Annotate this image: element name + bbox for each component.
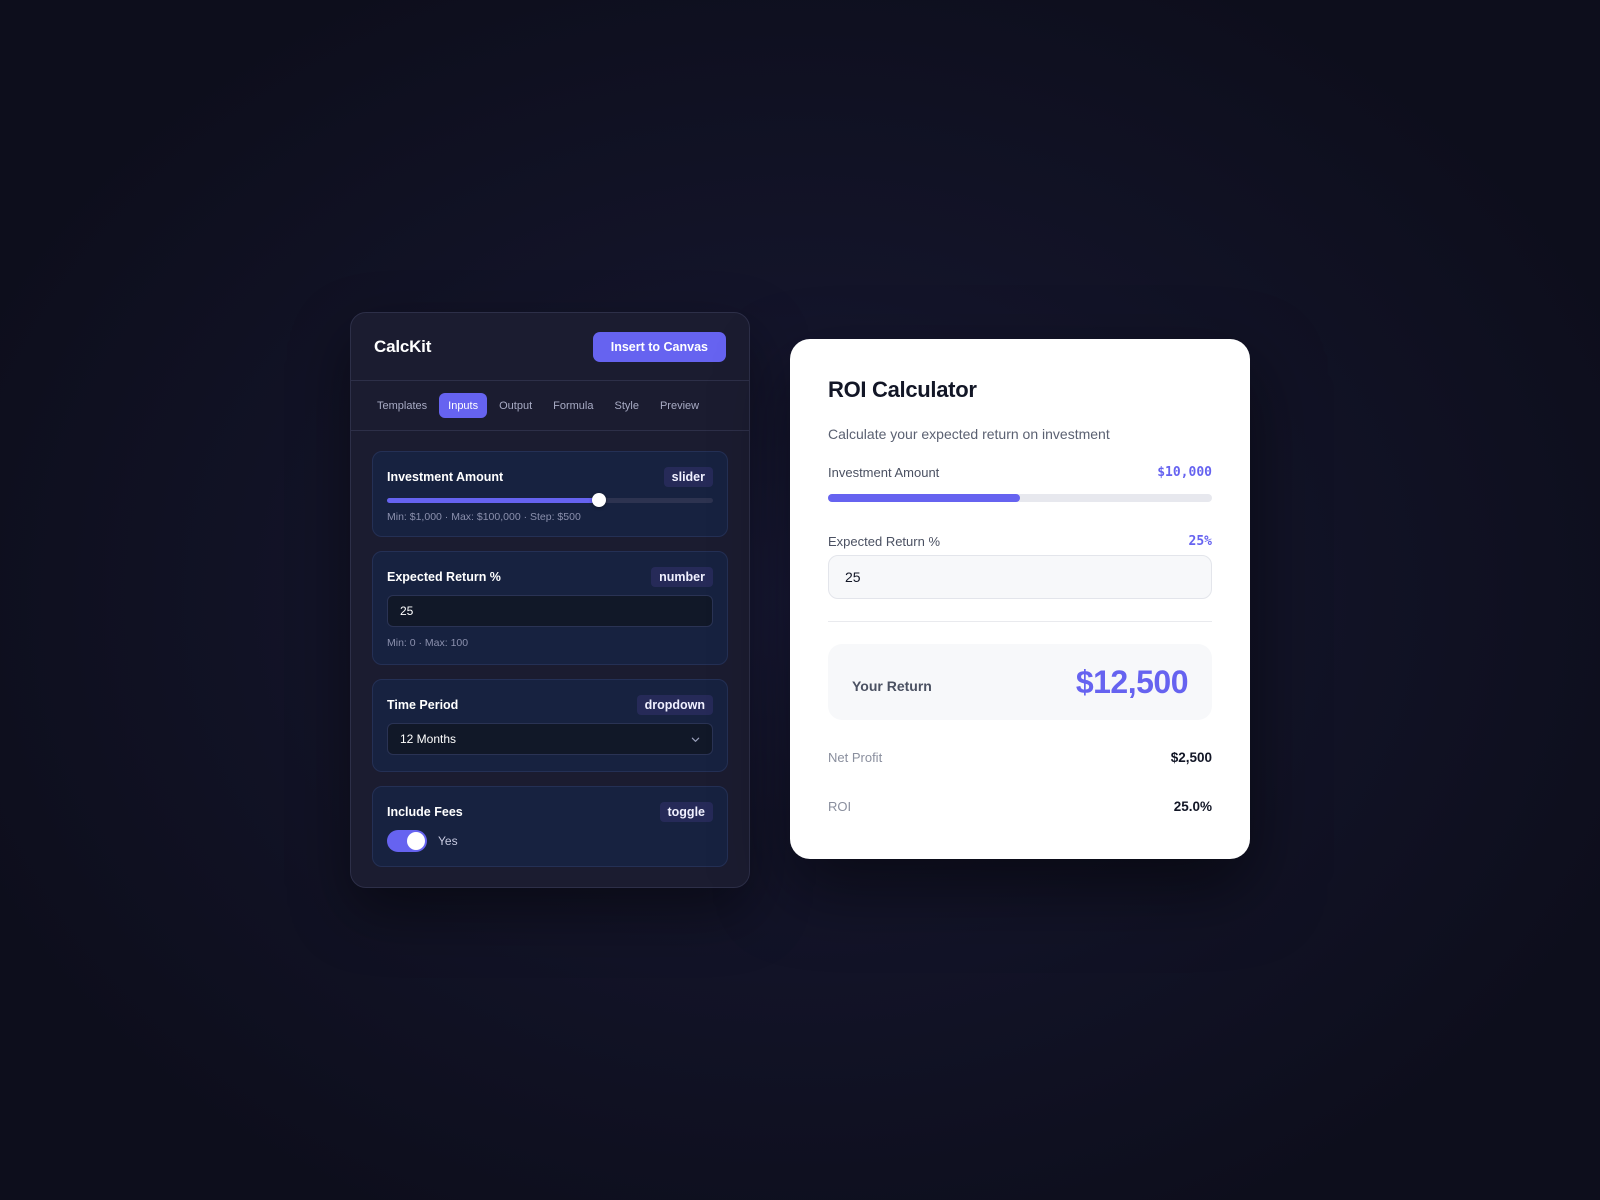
- field-type-badge: slider: [663, 467, 713, 487]
- time-period-select[interactable]: 12 Months: [387, 723, 713, 755]
- time-period-selected: 12 Months: [400, 732, 457, 746]
- investment-slider[interactable]: [828, 494, 1212, 502]
- chevron-down-icon: [691, 737, 700, 742]
- roi-calculator-preview: ROI Calculator Calculate your expected r…: [790, 339, 1250, 859]
- result-box: Your Return $12,500: [828, 644, 1212, 720]
- field-hint: Min: $1,000 · Max: $100,000 · Step: $500: [387, 511, 581, 523]
- result-value: $12,500: [1075, 663, 1189, 700]
- panel-header: CalcKit Insert to Canvas: [351, 313, 749, 381]
- field-type-badge: toggle: [659, 802, 713, 822]
- preview-title: ROI Calculator: [828, 377, 977, 402]
- include-fees-toggle[interactable]: [387, 830, 427, 852]
- roi-label: ROI: [828, 799, 852, 814]
- roi-row: ROI 25.0%: [828, 799, 1212, 814]
- net-profit-label: Net Profit: [828, 750, 883, 765]
- investment-label: Investment Amount: [828, 465, 940, 480]
- slider-fill: [828, 494, 1020, 502]
- field-type-badge: dropdown: [636, 695, 713, 715]
- brand-name: CalcKit: [374, 336, 432, 356]
- field-card-expected-return[interactable]: Expected Return % number Min: 0 · Max: 1…: [372, 551, 728, 665]
- divider: [828, 621, 1212, 622]
- field-title: Expected Return %: [387, 570, 501, 584]
- tab-templates[interactable]: Templates: [368, 393, 436, 418]
- field-title: Time Period: [387, 698, 459, 712]
- net-profit-row: Net Profit $2,500: [828, 750, 1212, 765]
- return-row: Expected Return % 25%: [828, 534, 1212, 549]
- net-profit-value: $2,500: [1170, 750, 1212, 765]
- field-type-badge: number: [651, 567, 713, 587]
- result-label: Your Return: [852, 678, 932, 694]
- return-value: 25%: [1188, 534, 1212, 549]
- investment-row: Investment Amount $10,000: [828, 465, 1212, 480]
- toggle-state-label: Yes: [438, 834, 458, 848]
- tab-inputs[interactable]: Inputs: [439, 393, 488, 418]
- calckit-builder-panel: CalcKit Insert to Canvas Templates Input…: [350, 312, 750, 888]
- field-title: Investment Amount: [387, 470, 504, 484]
- expected-return-input[interactable]: [387, 595, 713, 627]
- field-hint: Min: 0 · Max: 100: [387, 637, 469, 649]
- insert-to-canvas-button[interactable]: Insert to Canvas: [592, 331, 726, 362]
- return-label: Expected Return %: [828, 534, 941, 549]
- tab-output[interactable]: Output: [490, 393, 541, 418]
- investment-value: $10,000: [1157, 465, 1212, 480]
- tab-formula[interactable]: Formula: [544, 393, 602, 418]
- preview-subtitle: Calculate your expected return on invest…: [828, 426, 1110, 442]
- input-field-list: Investment Amount slider Min: $1,000 · M…: [351, 431, 749, 867]
- field-title: Include Fees: [387, 805, 463, 819]
- expected-return-input[interactable]: [828, 555, 1212, 599]
- roi-value: 25.0%: [1173, 799, 1212, 814]
- field-card-investment[interactable]: Investment Amount slider Min: $1,000 · M…: [372, 451, 728, 537]
- slider-fill: [387, 498, 599, 503]
- tab-style[interactable]: Style: [605, 393, 647, 418]
- builder-tabs: Templates Inputs Output Formula Style Pr…: [351, 381, 749, 431]
- field-card-time-period[interactable]: Time Period dropdown 12 Months: [372, 679, 728, 772]
- slider-thumb[interactable]: [591, 493, 606, 507]
- tab-preview[interactable]: Preview: [651, 393, 708, 418]
- field-card-include-fees[interactable]: Include Fees toggle Yes: [372, 786, 728, 867]
- investment-slider[interactable]: [387, 493, 713, 507]
